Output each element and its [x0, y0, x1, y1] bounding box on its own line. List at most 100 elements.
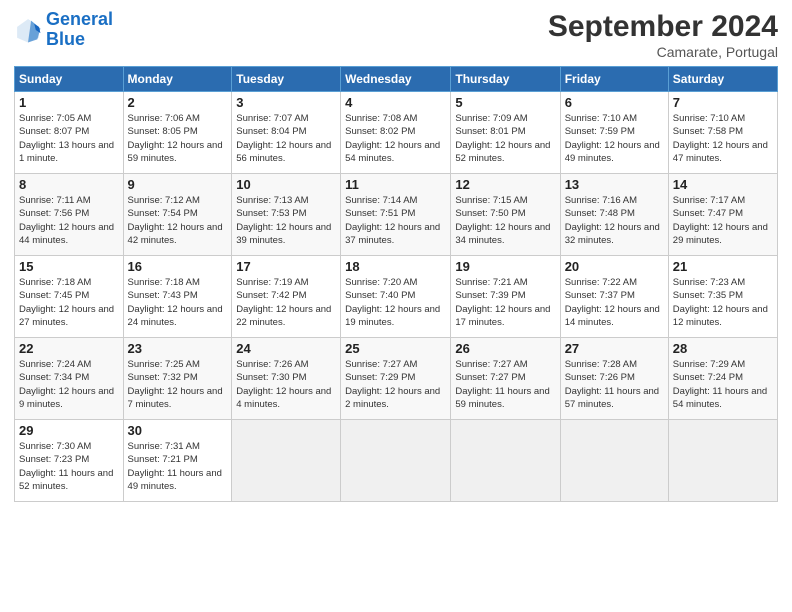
day-info: Sunrise: 7:14 AM Sunset: 7:51 PM Dayligh… [345, 194, 446, 247]
day-info: Sunrise: 7:22 AM Sunset: 7:37 PM Dayligh… [565, 276, 664, 329]
day-number: 3 [236, 95, 336, 110]
calendar-day-cell: 25 Sunrise: 7:27 AM Sunset: 7:29 PM Dayl… [341, 338, 451, 420]
calendar-day-cell: 17 Sunrise: 7:19 AM Sunset: 7:42 PM Dayl… [232, 256, 341, 338]
col-saturday: Saturday [668, 67, 777, 92]
calendar-day-cell [560, 420, 668, 502]
calendar-day-cell [451, 420, 560, 502]
calendar-week-row: 29 Sunrise: 7:30 AM Sunset: 7:23 PM Dayl… [15, 420, 778, 502]
calendar-day-cell: 10 Sunrise: 7:13 AM Sunset: 7:53 PM Dayl… [232, 174, 341, 256]
calendar-week-row: 22 Sunrise: 7:24 AM Sunset: 7:34 PM Dayl… [15, 338, 778, 420]
calendar-day-cell: 18 Sunrise: 7:20 AM Sunset: 7:40 PM Dayl… [341, 256, 451, 338]
day-info: Sunrise: 7:10 AM Sunset: 7:59 PM Dayligh… [565, 112, 664, 165]
calendar-day-cell: 27 Sunrise: 7:28 AM Sunset: 7:26 PM Dayl… [560, 338, 668, 420]
day-number: 19 [455, 259, 555, 274]
day-number: 15 [19, 259, 119, 274]
day-number: 12 [455, 177, 555, 192]
day-info: Sunrise: 7:11 AM Sunset: 7:56 PM Dayligh… [19, 194, 119, 247]
day-number: 18 [345, 259, 446, 274]
col-wednesday: Wednesday [341, 67, 451, 92]
day-info: Sunrise: 7:07 AM Sunset: 8:04 PM Dayligh… [236, 112, 336, 165]
day-info: Sunrise: 7:25 AM Sunset: 7:32 PM Dayligh… [128, 358, 228, 411]
day-number: 21 [673, 259, 773, 274]
logo-line2: Blue [46, 29, 85, 49]
col-thursday: Thursday [451, 67, 560, 92]
logo-line1: General [46, 9, 113, 29]
calendar-table: Sunday Monday Tuesday Wednesday Thursday… [14, 66, 778, 502]
day-info: Sunrise: 7:20 AM Sunset: 7:40 PM Dayligh… [345, 276, 446, 329]
calendar-day-cell: 23 Sunrise: 7:25 AM Sunset: 7:32 PM Dayl… [123, 338, 232, 420]
day-number: 5 [455, 95, 555, 110]
calendar-day-cell: 28 Sunrise: 7:29 AM Sunset: 7:24 PM Dayl… [668, 338, 777, 420]
calendar-day-cell: 8 Sunrise: 7:11 AM Sunset: 7:56 PM Dayli… [15, 174, 124, 256]
calendar-day-cell: 14 Sunrise: 7:17 AM Sunset: 7:47 PM Dayl… [668, 174, 777, 256]
day-number: 28 [673, 341, 773, 356]
header-row: Sunday Monday Tuesday Wednesday Thursday… [15, 67, 778, 92]
calendar-day-cell: 21 Sunrise: 7:23 AM Sunset: 7:35 PM Dayl… [668, 256, 777, 338]
day-number: 13 [565, 177, 664, 192]
day-info: Sunrise: 7:27 AM Sunset: 7:27 PM Dayligh… [455, 358, 555, 411]
day-number: 2 [128, 95, 228, 110]
day-info: Sunrise: 7:17 AM Sunset: 7:47 PM Dayligh… [673, 194, 773, 247]
calendar-day-cell: 5 Sunrise: 7:09 AM Sunset: 8:01 PM Dayli… [451, 92, 560, 174]
day-info: Sunrise: 7:21 AM Sunset: 7:39 PM Dayligh… [455, 276, 555, 329]
calendar-week-row: 1 Sunrise: 7:05 AM Sunset: 8:07 PM Dayli… [15, 92, 778, 174]
day-number: 17 [236, 259, 336, 274]
day-info: Sunrise: 7:12 AM Sunset: 7:54 PM Dayligh… [128, 194, 228, 247]
calendar-day-cell: 7 Sunrise: 7:10 AM Sunset: 7:58 PM Dayli… [668, 92, 777, 174]
day-number: 25 [345, 341, 446, 356]
day-number: 22 [19, 341, 119, 356]
day-info: Sunrise: 7:15 AM Sunset: 7:50 PM Dayligh… [455, 194, 555, 247]
day-number: 23 [128, 341, 228, 356]
header: General Blue September 2024 Camarate, Po… [14, 10, 778, 60]
calendar-day-cell: 11 Sunrise: 7:14 AM Sunset: 7:51 PM Dayl… [341, 174, 451, 256]
day-info: Sunrise: 7:23 AM Sunset: 7:35 PM Dayligh… [673, 276, 773, 329]
logo: General Blue [14, 10, 113, 50]
calendar-day-cell: 16 Sunrise: 7:18 AM Sunset: 7:43 PM Dayl… [123, 256, 232, 338]
day-number: 10 [236, 177, 336, 192]
col-monday: Monday [123, 67, 232, 92]
day-info: Sunrise: 7:29 AM Sunset: 7:24 PM Dayligh… [673, 358, 773, 411]
day-info: Sunrise: 7:18 AM Sunset: 7:43 PM Dayligh… [128, 276, 228, 329]
calendar-day-cell: 20 Sunrise: 7:22 AM Sunset: 7:37 PM Dayl… [560, 256, 668, 338]
calendar-day-cell: 24 Sunrise: 7:26 AM Sunset: 7:30 PM Dayl… [232, 338, 341, 420]
day-number: 9 [128, 177, 228, 192]
day-number: 14 [673, 177, 773, 192]
calendar-day-cell [232, 420, 341, 502]
day-info: Sunrise: 7:05 AM Sunset: 8:07 PM Dayligh… [19, 112, 119, 165]
calendar-day-cell: 4 Sunrise: 7:08 AM Sunset: 8:02 PM Dayli… [341, 92, 451, 174]
day-info: Sunrise: 7:24 AM Sunset: 7:34 PM Dayligh… [19, 358, 119, 411]
calendar-day-cell [668, 420, 777, 502]
day-number: 4 [345, 95, 446, 110]
day-number: 27 [565, 341, 664, 356]
day-info: Sunrise: 7:10 AM Sunset: 7:58 PM Dayligh… [673, 112, 773, 165]
day-info: Sunrise: 7:08 AM Sunset: 8:02 PM Dayligh… [345, 112, 446, 165]
day-info: Sunrise: 7:30 AM Sunset: 7:23 PM Dayligh… [19, 440, 119, 493]
calendar-day-cell: 19 Sunrise: 7:21 AM Sunset: 7:39 PM Dayl… [451, 256, 560, 338]
calendar-week-row: 8 Sunrise: 7:11 AM Sunset: 7:56 PM Dayli… [15, 174, 778, 256]
calendar-day-cell [341, 420, 451, 502]
page-container: General Blue September 2024 Camarate, Po… [0, 0, 792, 512]
calendar-day-cell: 3 Sunrise: 7:07 AM Sunset: 8:04 PM Dayli… [232, 92, 341, 174]
calendar-day-cell: 6 Sunrise: 7:10 AM Sunset: 7:59 PM Dayli… [560, 92, 668, 174]
calendar-week-row: 15 Sunrise: 7:18 AM Sunset: 7:45 PM Dayl… [15, 256, 778, 338]
day-info: Sunrise: 7:18 AM Sunset: 7:45 PM Dayligh… [19, 276, 119, 329]
month-title: September 2024 [548, 10, 778, 44]
day-number: 7 [673, 95, 773, 110]
location: Camarate, Portugal [548, 44, 778, 60]
day-number: 6 [565, 95, 664, 110]
day-info: Sunrise: 7:16 AM Sunset: 7:48 PM Dayligh… [565, 194, 664, 247]
calendar-day-cell: 29 Sunrise: 7:30 AM Sunset: 7:23 PM Dayl… [15, 420, 124, 502]
calendar-day-cell: 22 Sunrise: 7:24 AM Sunset: 7:34 PM Dayl… [15, 338, 124, 420]
calendar-day-cell: 2 Sunrise: 7:06 AM Sunset: 8:05 PM Dayli… [123, 92, 232, 174]
day-info: Sunrise: 7:28 AM Sunset: 7:26 PM Dayligh… [565, 358, 664, 411]
day-number: 11 [345, 177, 446, 192]
day-info: Sunrise: 7:06 AM Sunset: 8:05 PM Dayligh… [128, 112, 228, 165]
day-info: Sunrise: 7:09 AM Sunset: 8:01 PM Dayligh… [455, 112, 555, 165]
day-info: Sunrise: 7:26 AM Sunset: 7:30 PM Dayligh… [236, 358, 336, 411]
day-info: Sunrise: 7:31 AM Sunset: 7:21 PM Dayligh… [128, 440, 228, 493]
calendar-day-cell: 12 Sunrise: 7:15 AM Sunset: 7:50 PM Dayl… [451, 174, 560, 256]
day-number: 26 [455, 341, 555, 356]
day-number: 29 [19, 423, 119, 438]
day-info: Sunrise: 7:19 AM Sunset: 7:42 PM Dayligh… [236, 276, 336, 329]
day-number: 24 [236, 341, 336, 356]
